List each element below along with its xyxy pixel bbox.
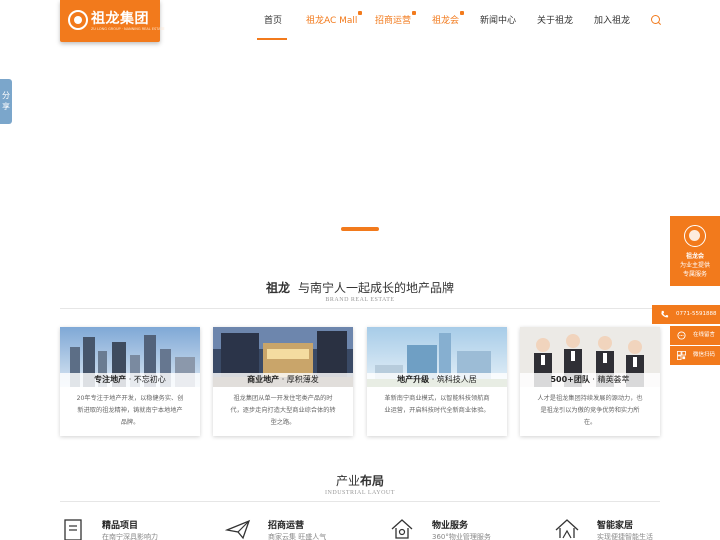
new-dot-icon — [460, 11, 465, 15]
new-dot-icon — [412, 11, 417, 15]
wechat-label: 微信扫码 — [693, 352, 716, 358]
document-icon — [64, 519, 82, 540]
phone-number: 0771-5591888 — [676, 311, 717, 317]
qr-code-icon — [677, 351, 686, 360]
club-float-panel[interactable]: 祖龙会 为业主提供 专属服务 — [670, 216, 720, 286]
industry-desc: 在南宁深具影响力 — [102, 533, 158, 540]
phone-icon — [661, 310, 669, 318]
nav-club[interactable]: 祖龙会 — [432, 11, 465, 26]
brand-title-rest: 与南宁人一起成长的地产品牌 — [298, 281, 455, 295]
card-title: 地产升级 · 筑科技人居 — [367, 373, 507, 387]
smart-home-icon — [555, 519, 579, 539]
nav-club-label: 祖龙会 — [432, 16, 460, 26]
card-title-bold: 专注地产 — [94, 375, 127, 384]
nav-investment-label: 招商运营 — [375, 16, 412, 26]
nav-ac-mall-label: 祖龙AC Mall — [306, 16, 358, 26]
card-title-rest: · 筑科技人居 — [429, 375, 477, 384]
industry-desc: 实现便捷智能生活 — [597, 533, 653, 540]
card-title-bold: 商业地产 — [247, 375, 280, 384]
nav-home[interactable]: 首页 — [264, 13, 282, 26]
dragon-logo-icon — [684, 225, 706, 247]
paper-plane-icon — [225, 519, 251, 540]
page: 祖龙集团 ZU LONG GROUP · NANNING REAL ESTATE… — [0, 0, 720, 540]
industry-section-subtitle: INDUSTRIAL LAYOUT — [325, 490, 395, 496]
main-nav: 首页 祖龙AC Mall 招商运营 祖龙会 新闻中心 关于祖龙 加入祖龙 — [0, 0, 720, 40]
industry-title-rest: 产业 — [335, 474, 360, 488]
nav-join[interactable]: 加入祖龙 — [594, 13, 630, 26]
new-dot-icon — [358, 11, 363, 15]
club-line1: 为业主提供 — [679, 262, 710, 269]
card-title-rest: · 厚积薄发 — [279, 375, 319, 384]
nav-ac-mall[interactable]: 祖龙AC Mall — [306, 11, 363, 26]
card-title-bold: 500+团队 — [550, 375, 590, 384]
industry-name: 招商运营 — [268, 521, 305, 531]
card-description: 革新南宁商业模式，以智能科技领航商业运营，开启科技时代全新商业体验。 — [384, 395, 490, 414]
brand-title-bold: 祖龙 — [265, 281, 290, 295]
card-title: 专注地产 · 不忘初心 — [60, 373, 200, 387]
online-message-button[interactable]: 在线留言 — [670, 326, 720, 345]
nav-about[interactable]: 关于祖龙 — [537, 13, 573, 26]
card-title-bold: 地产升级 — [397, 375, 430, 384]
industry-name: 物业服务 — [432, 521, 469, 531]
wechat-scan-button[interactable]: 微信扫码 — [670, 346, 720, 365]
card-description: 人才是祖龙集团持续发展的源动力，也是祖龙引以为傲的竞争优势和实力所在。 — [537, 395, 643, 426]
club-name: 祖龙会 — [685, 253, 704, 260]
card-description: 祖龙集团从单一开发住宅类产品的时代，逐步走向打造大型商业综合体的转型之路。 — [230, 395, 336, 426]
card-title: 500+团队 · 精英荟萃 — [520, 373, 660, 387]
house-hand-icon — [391, 519, 413, 539]
feature-card[interactable]: 专注地产 · 不忘初心 20年专注于地产开发，以稳健务实、创新进取的祖龙精神，铸… — [60, 327, 200, 436]
industry-desc: 360°物业管理服务 — [432, 533, 491, 540]
feature-card[interactable]: 500+团队 · 精英荟萃 人才是祖龙集团持续发展的源动力，也是祖龙引以为傲的竞… — [520, 327, 660, 436]
divider — [60, 501, 660, 502]
nav-active-indicator — [257, 38, 287, 40]
industry-title-bold: 布局 — [360, 474, 385, 488]
brand-section-subtitle: BRAND REAL ESTATE — [325, 297, 395, 303]
card-title-rest: · 精英荟萃 — [589, 375, 630, 384]
share-tab[interactable]: 分享 — [0, 79, 12, 124]
card-title-rest: · 不忘初心 — [126, 375, 166, 384]
search-icon[interactable] — [651, 15, 660, 24]
divider — [60, 308, 660, 309]
card-title: 商业地产 · 厚积薄发 — [213, 373, 353, 387]
chat-icon — [677, 331, 686, 340]
industry-section-title: 产业布局 — [0, 472, 720, 489]
industry-name: 精品项目 — [102, 521, 139, 531]
card-description: 20年专注于地产开发，以稳健务实、创新进取的祖龙精神，铸就南宁本地地产品牌。 — [76, 395, 184, 426]
nav-news[interactable]: 新闻中心 — [480, 13, 516, 26]
feature-card[interactable]: 地产升级 · 筑科技人居 革新南宁商业模式，以智能科技领航商业运营，开启科技时代… — [367, 327, 507, 436]
slider-indicator[interactable] — [341, 227, 379, 231]
nav-investment[interactable]: 招商运营 — [375, 11, 417, 26]
industry-name: 智能家居 — [597, 521, 634, 531]
industry-desc: 商家云集 旺盛人气 — [268, 533, 327, 540]
feature-card[interactable]: 商业地产 · 厚积薄发 祖龙集团从单一开发住宅类产品的时代，逐步走向打造大型商业… — [213, 327, 353, 436]
brand-section-title: 祖龙 与南宁人一起成长的地产品牌 — [0, 279, 720, 296]
phone-hotline[interactable]: 0771-5591888 — [652, 305, 720, 324]
club-line2: 专属服务 — [682, 271, 707, 278]
share-label: 分享 — [2, 91, 10, 111]
message-label: 在线留言 — [693, 332, 716, 338]
